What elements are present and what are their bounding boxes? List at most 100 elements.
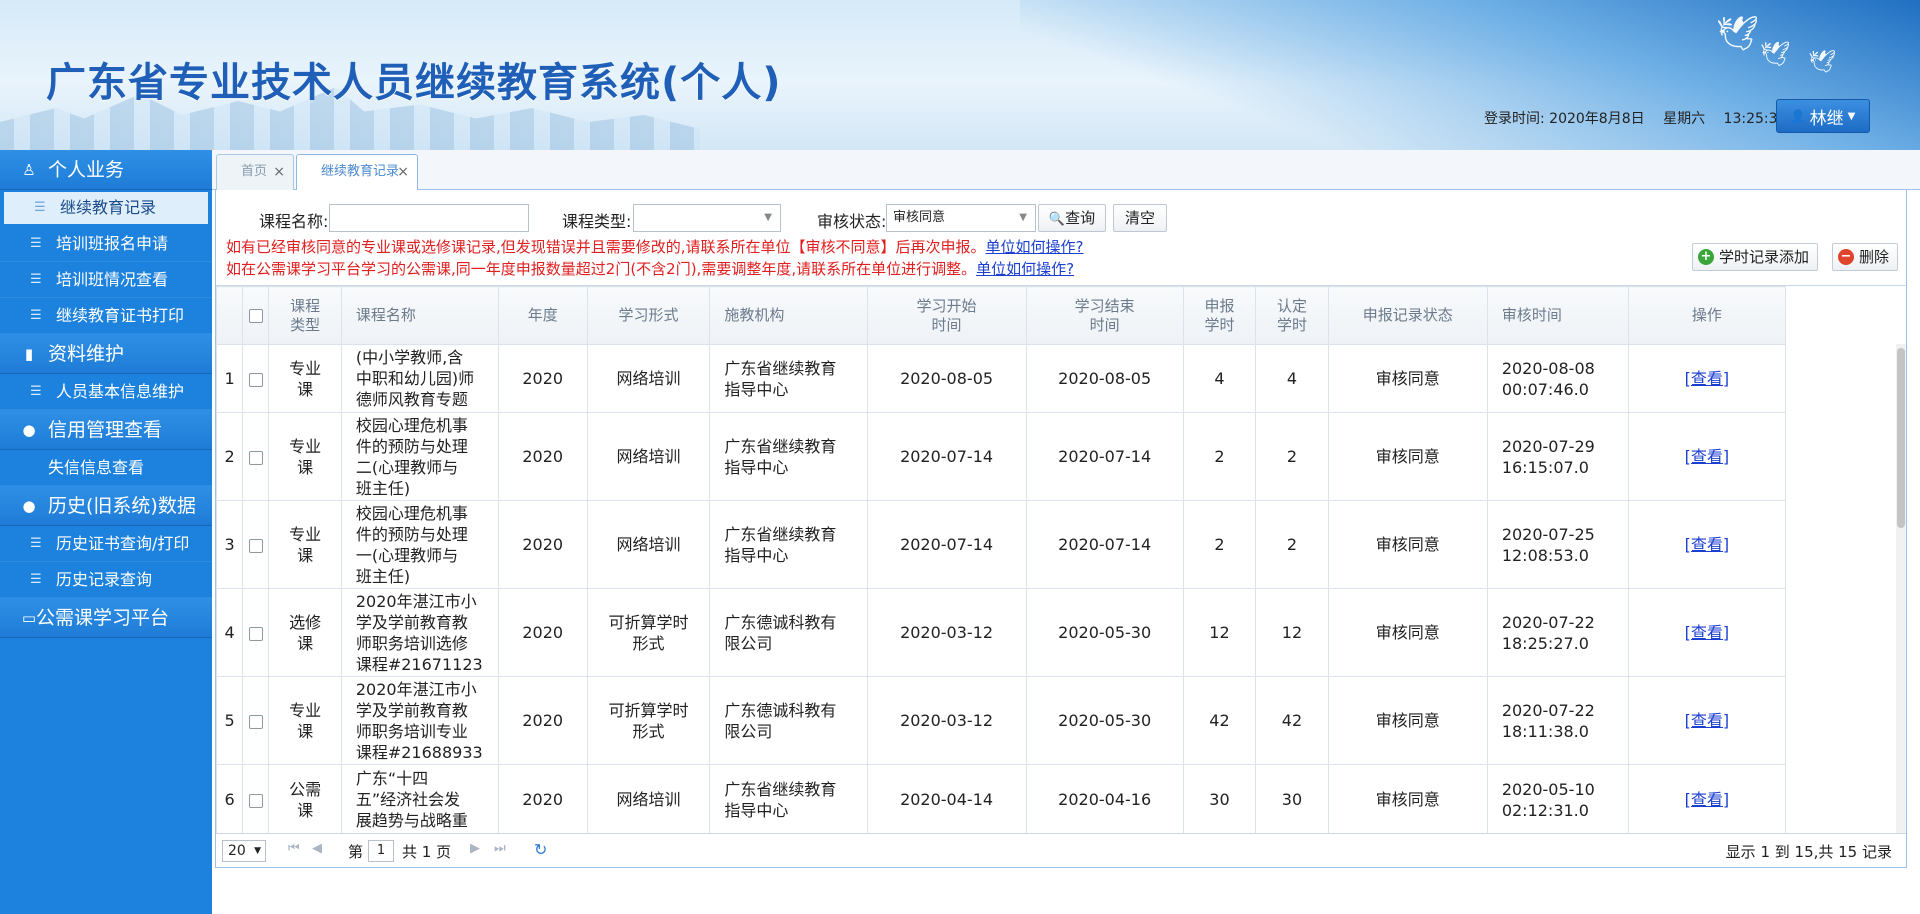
last-page-icon[interactable]: ⏭ xyxy=(494,841,506,856)
view-link[interactable]: [查看] xyxy=(1685,711,1730,730)
nav-item-dishonesty-info[interactable]: 失信信息查看 xyxy=(0,450,212,486)
cell-institution: 广东德诚科教有 限公司 xyxy=(709,588,868,677)
cell-operation: [查看] xyxy=(1627,588,1787,677)
nav-group-history[interactable]: ● 历史(旧系统)数据 xyxy=(0,486,212,526)
monitor-icon: ▭ xyxy=(21,609,37,627)
cell-study-form: 网络培训 xyxy=(586,764,711,833)
first-page-icon[interactable]: ⏮ xyxy=(288,841,300,856)
tab-home[interactable]: 首页 × xyxy=(216,154,294,191)
nav-group-public-course[interactable]: ▭ 公需课学习平台 xyxy=(0,598,212,638)
rownum: 4 xyxy=(216,588,244,677)
list-icon: ☰ xyxy=(30,236,42,251)
page-prefix: 第 xyxy=(348,843,364,861)
records-table: 课程 类型 课程名称 年度 学习形式 施教机构 学习开始 时间 学习结束 时间 … xyxy=(216,286,1787,833)
view-link[interactable]: [查看] xyxy=(1685,535,1730,554)
nav-item-basic-info[interactable]: ☰ 人员基本信息维护 xyxy=(0,374,212,410)
cell-audit-time: 2020-08-08 00:07:46.0 xyxy=(1486,344,1629,413)
caret-down-icon: ▼ xyxy=(254,846,261,856)
cell-start-time: 2020-07-14 xyxy=(866,412,1027,501)
cell-course-name: (中小学教师,含 中职和幼儿园)师 德师风教育专题 xyxy=(340,344,499,413)
user-menu-button[interactable]: 👤 林继 ▼ xyxy=(1776,99,1870,133)
search-icon: 🔍 xyxy=(1048,212,1066,227)
page-number-input[interactable]: 1 xyxy=(368,840,394,862)
page-count: 共 1 页 xyxy=(402,843,452,861)
close-icon[interactable]: × xyxy=(397,155,409,189)
table-row[interactable]: 1 专业 课 (中小学教师,含 中职和幼儿园)师 德师风教育专题 2020 网络培训 广东… xyxy=(216,344,1787,413)
table-row[interactable]: 4 选修 课 2020年湛江市小 学及学前教育教 师职务培训选修 课程#216711… xyxy=(216,588,1787,677)
cell-audit-time: 2020-07-22 18:11:38.0 xyxy=(1486,676,1629,765)
cell-year: 2020 xyxy=(497,676,588,765)
nav-item-training-signup[interactable]: ☰ 培训班报名申请 xyxy=(0,226,212,262)
minus-icon: − xyxy=(1838,249,1854,265)
view-link[interactable]: [查看] xyxy=(1685,447,1730,466)
nav-item-history-records[interactable]: ☰ 历史记录查询 xyxy=(0,562,212,598)
list-icon: ☰ xyxy=(30,308,42,323)
cell-approved-hours: 30 xyxy=(1255,764,1329,833)
cell-institution: 广东德诚科教有 限公司 xyxy=(709,676,868,765)
view-link[interactable]: [查看] xyxy=(1685,369,1730,388)
cell-record-status: 审核同意 xyxy=(1327,500,1488,589)
table-row[interactable]: 2 专业 课校园心理危机事 件的预防与处理 二(心理教师与 班主任) 2020 网络培… xyxy=(216,412,1787,501)
nav-item-education-records[interactable]: ☰ 继续教育记录 xyxy=(4,192,208,224)
cell-end-time: 2020-07-14 xyxy=(1025,412,1184,501)
cell-institution: 广东省继续教育 指导中心 xyxy=(709,500,868,589)
nav-group-personal[interactable]: ♙ 个人业务 xyxy=(0,150,212,190)
nav-group-profile[interactable]: ▮ 资料维护 xyxy=(0,334,212,374)
page-size-select[interactable]: 20 ▼ xyxy=(222,840,266,862)
tab-education-records[interactable]: 继续教育记录 × xyxy=(296,154,418,191)
cell-start-time: 2020-03-12 xyxy=(866,676,1027,765)
cell-study-form: 网络培训 xyxy=(586,344,711,413)
refresh-icon[interactable]: ↻ xyxy=(534,840,547,859)
nav-item-certificate-print[interactable]: ☰ 继续教育证书打印 xyxy=(0,298,212,334)
clear-button[interactable]: 清空 xyxy=(1113,204,1167,232)
rownum: 3 xyxy=(216,500,244,589)
row-checkbox[interactable] xyxy=(248,793,263,808)
table-row[interactable]: 6 公需 课广东“十四 五”经济社会发 展趋势与战略重 2020 网络培训 广东省继续教… xyxy=(216,764,1787,833)
row-checkbox[interactable] xyxy=(248,372,263,387)
cell-declared-hours: 42 xyxy=(1182,676,1257,765)
rownum: 2 xyxy=(216,412,244,501)
course-name-input[interactable] xyxy=(329,204,529,232)
dove-decoration: 🕊 xyxy=(1760,40,1791,68)
column-header-audit-time: 审核时间 xyxy=(1486,286,1629,345)
nav-item-training-status[interactable]: ☰ 培训班情况查看 xyxy=(0,262,212,298)
cell-operation: [查看] xyxy=(1627,344,1787,413)
query-button[interactable]: 🔍查询 xyxy=(1038,204,1106,232)
how-to-operate-link[interactable]: 单位如何操作? xyxy=(976,260,1074,278)
cell-declared-hours: 12 xyxy=(1182,588,1257,677)
row-checkbox[interactable] xyxy=(248,626,263,641)
add-hours-record-button[interactable]: + 学时记录添加 xyxy=(1692,243,1819,271)
row-checkbox[interactable] xyxy=(248,538,263,553)
list-icon: ☰ xyxy=(30,384,42,399)
table-row[interactable]: 5 专业 课 2020年湛江市小 学及学前教育教 师职务培训专业 课程#216889… xyxy=(216,676,1787,765)
view-link[interactable]: [查看] xyxy=(1685,790,1730,809)
cell-study-form: 网络培训 xyxy=(586,500,711,589)
cell-declared-hours: 2 xyxy=(1182,500,1257,589)
view-link[interactable]: [查看] xyxy=(1685,623,1730,642)
row-checkbox[interactable] xyxy=(248,714,263,729)
cell-year: 2020 xyxy=(497,500,588,589)
column-header-course-type: 课程 类型 xyxy=(268,286,342,345)
delete-button[interactable]: − 删除 xyxy=(1832,243,1899,271)
table-row[interactable]: 3 专业 课校园心理危机事 件的预防与处理 一(心理教师与 班主任) 2020 网络培… xyxy=(216,500,1787,589)
select-all-checkbox[interactable] xyxy=(248,308,263,323)
prev-page-icon[interactable]: ◀ xyxy=(312,841,322,856)
cell-approved-hours: 2 xyxy=(1255,500,1329,589)
vertical-scrollbar[interactable] xyxy=(1896,344,1906,833)
nav-group-credit[interactable]: ● 信用管理查看 xyxy=(0,410,212,450)
cell-operation: [查看] xyxy=(1627,500,1787,589)
cell-approved-hours: 12 xyxy=(1255,588,1329,677)
course-type-select[interactable]: ▼ xyxy=(633,204,781,232)
lightbulb-icon: ● xyxy=(22,497,36,515)
cell-course-name: 广东“十四 五”经济社会发 展趋势与战略重 xyxy=(340,764,499,833)
scrollbar-thumb[interactable] xyxy=(1897,348,1905,528)
next-page-icon[interactable]: ▶ xyxy=(470,841,480,856)
row-checkbox[interactable] xyxy=(248,450,263,465)
close-icon[interactable]: × xyxy=(273,155,285,189)
audit-status-select[interactable]: 审核同意 ▼ xyxy=(886,204,1036,232)
cell-course-type: 选修 课 xyxy=(268,588,342,677)
header-banner: 🕊 🕊 🕊 广东省专业技术人员继续教育系统(个人) 登录时间: 2020年8月8… xyxy=(0,0,1920,150)
how-to-operate-link[interactable]: 单位如何操作? xyxy=(986,238,1084,256)
nav-item-history-certificate[interactable]: ☰ 历史证书查询/打印 xyxy=(0,526,212,562)
cell-end-time: 2020-05-30 xyxy=(1025,676,1184,765)
